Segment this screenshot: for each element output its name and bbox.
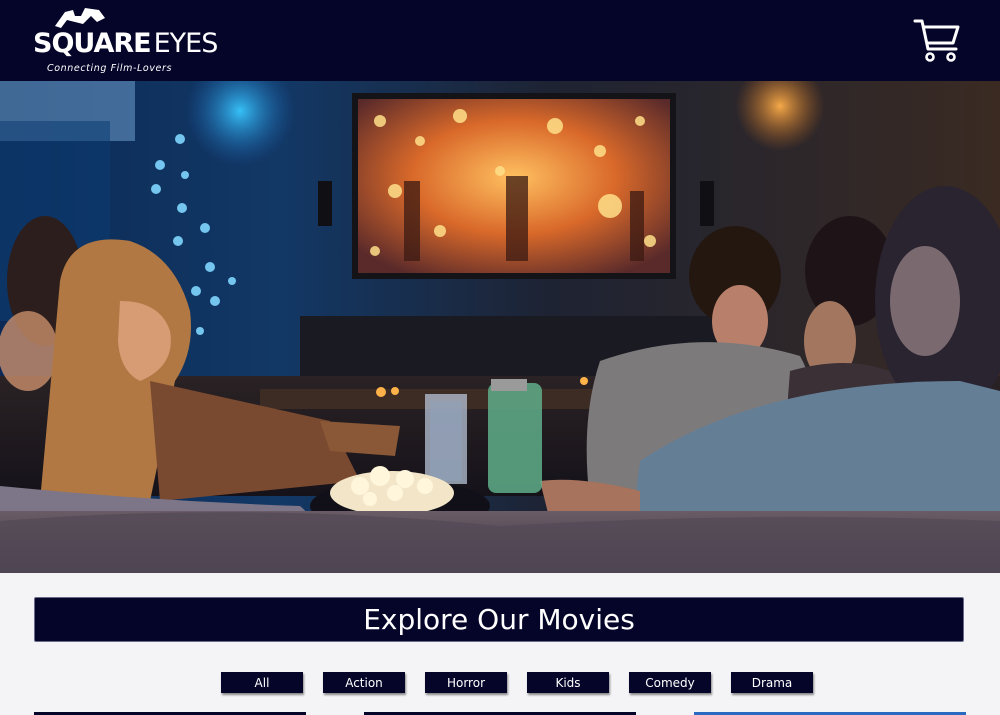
filter-kids-button[interactable]: Kids: [527, 672, 609, 693]
filter-drama-button[interactable]: Drama: [731, 672, 813, 693]
genre-filter-bar: All Action Horror Kids Comedy Drama: [221, 672, 833, 693]
logo-wordmark: SQUARE EYES: [33, 28, 218, 59]
glasses-icon: [55, 8, 105, 28]
filter-action-button[interactable]: Action: [323, 672, 405, 693]
shopping-cart-icon[interactable]: [912, 15, 962, 65]
site-logo[interactable]: SQUARE EYES Connecting Film-Lovers: [33, 6, 218, 76]
site-header: SQUARE EYES Connecting Film-Lovers: [0, 0, 1000, 81]
explore-banner: Explore Our Movies: [34, 597, 964, 642]
logo-tagline: Connecting Film-Lovers: [47, 63, 173, 74]
hero-image: [0, 81, 1000, 573]
section-title: Explore Our Movies: [363, 603, 635, 636]
filter-horror-button[interactable]: Horror: [425, 672, 507, 693]
filter-all-button[interactable]: All: [221, 672, 303, 693]
filter-comedy-button[interactable]: Comedy: [629, 672, 711, 693]
